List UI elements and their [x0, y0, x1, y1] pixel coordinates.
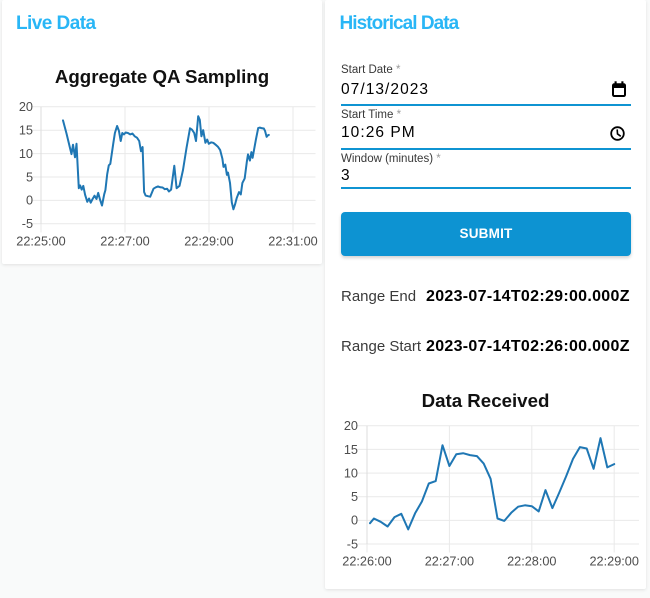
svg-text:15: 15	[19, 124, 33, 138]
svg-text:5: 5	[351, 490, 358, 504]
svg-text:0: 0	[26, 194, 33, 208]
svg-text:22:27:00: 22:27:00	[100, 235, 149, 249]
svg-text:-5: -5	[22, 217, 33, 231]
svg-text:22:29:00: 22:29:00	[184, 235, 233, 249]
svg-text:15: 15	[344, 443, 358, 457]
svg-text:20: 20	[19, 100, 33, 114]
svg-text:10: 10	[19, 147, 33, 161]
svg-text:5: 5	[26, 170, 33, 184]
svg-text:22:27:00: 22:27:00	[425, 555, 474, 569]
svg-text:22:26:00: 22:26:00	[342, 555, 391, 569]
svg-text:22:25:00: 22:25:00	[16, 235, 65, 249]
svg-text:10: 10	[344, 466, 358, 480]
svg-text:0: 0	[351, 514, 358, 528]
svg-text:22:31:00: 22:31:00	[268, 235, 317, 249]
svg-text:22:29:00: 22:29:00	[590, 555, 639, 569]
svg-text:22:28:00: 22:28:00	[507, 555, 556, 569]
svg-text:-5: -5	[347, 537, 358, 551]
svg-text:20: 20	[344, 419, 358, 433]
